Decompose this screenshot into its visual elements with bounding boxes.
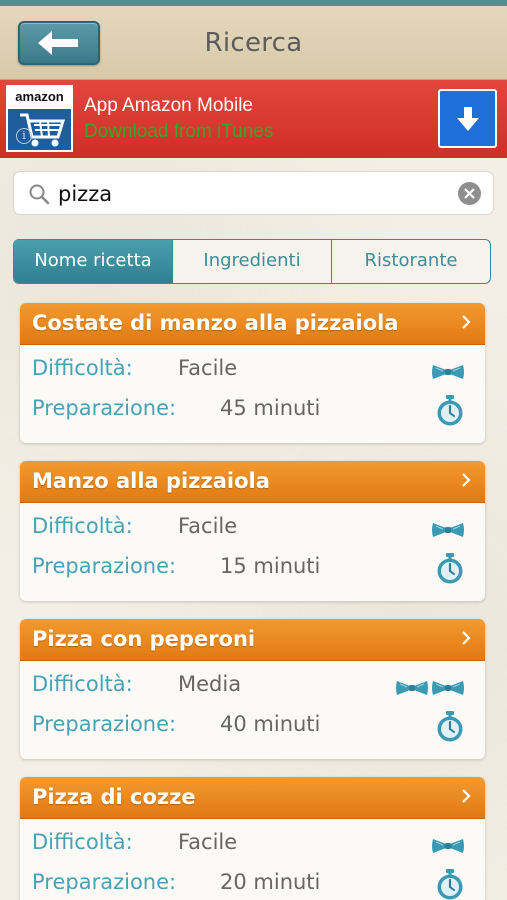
clear-icon[interactable]: [458, 182, 481, 205]
preparation-label: Preparazione:: [32, 712, 177, 736]
recipe-card[interactable]: Pizza con peperoni Difficoltà: Media Prepar…: [20, 619, 485, 759]
tab-ristorante[interactable]: Ristorante: [331, 240, 490, 283]
timer-indicator: [435, 395, 465, 431]
x-icon: [464, 188, 475, 199]
difficulty-indicator: [431, 521, 465, 539]
preparation-label: Preparazione:: [32, 396, 177, 420]
recipe-card-header[interactable]: Pizza di cozze: [20, 777, 485, 819]
bowtie-pasta-icon: [432, 681, 464, 695]
search-type-tabs: Nome ricetta Ingredienti Ristorante: [13, 239, 491, 284]
download-arrow-icon: [456, 106, 479, 131]
preparation-value: 15 minuti: [220, 554, 321, 578]
tab-nome-ricetta[interactable]: Nome ricetta: [14, 240, 172, 283]
difficulty-value: Facile: [178, 356, 238, 380]
recipe-card-header[interactable]: Manzo alla pizzaiola: [20, 461, 485, 503]
recipe-card-header[interactable]: Pizza con peperoni: [20, 619, 485, 661]
difficulty-indicator: [431, 363, 465, 381]
search-input[interactable]: pizza: [58, 182, 112, 206]
timer-indicator: [435, 869, 465, 900]
preparation-value: 20 minuti: [220, 870, 321, 894]
difficulty-label: Difficoltà:: [32, 830, 133, 854]
timer-icon: [437, 869, 463, 900]
timer-icon: [437, 711, 463, 742]
chevron-right-icon: [461, 785, 471, 809]
ad-subtitle: Download from iTunes: [84, 121, 274, 142]
difficulty-label: Difficoltà:: [32, 514, 133, 538]
bowtie-pasta-icon: [396, 681, 428, 695]
preparation-label: Preparazione:: [32, 870, 177, 894]
recipe-title: Pizza con peperoni: [32, 627, 256, 651]
timer-icon: [437, 395, 463, 426]
recipe-title: Costate di manzo alla pizzaiola: [32, 311, 399, 335]
ad-banner[interactable]: amazon i App Amazon Mobile Download from…: [0, 80, 507, 158]
bowtie-pasta-icon: [432, 365, 464, 379]
difficulty-indicator: [431, 837, 465, 855]
info-icon[interactable]: i: [16, 128, 32, 144]
ad-download-button[interactable]: [438, 89, 497, 148]
difficulty-value: Facile: [178, 830, 238, 854]
difficulty-label: Difficoltà:: [32, 356, 133, 380]
difficulty-value: Facile: [178, 514, 238, 538]
timer-indicator: [435, 711, 465, 747]
nav-bar: Ricerca: [0, 0, 507, 80]
amazon-logo-text: amazon: [8, 87, 71, 109]
tab-ingredienti[interactable]: Ingredienti: [172, 240, 331, 283]
timer-indicator: [435, 553, 465, 589]
recipe-title: Manzo alla pizzaiola: [32, 469, 270, 493]
chevron-right-icon: [461, 311, 471, 335]
chevron-right-icon: [461, 627, 471, 651]
amazon-app-logo[interactable]: amazon i: [6, 85, 73, 152]
recipe-card[interactable]: Pizza di cozze Difficoltà: Facile Preparazi…: [20, 777, 485, 900]
search-icon: [29, 184, 50, 205]
recipe-card-header[interactable]: Costate di manzo alla pizzaiola: [20, 303, 485, 345]
ad-title: App Amazon Mobile: [84, 95, 253, 116]
difficulty-indicator: [395, 679, 465, 697]
preparation-value: 40 minuti: [220, 712, 321, 736]
bowtie-pasta-icon: [432, 839, 464, 853]
bowtie-pasta-icon: [432, 523, 464, 537]
difficulty-label: Difficoltà:: [32, 672, 133, 696]
preparation-value: 45 minuti: [220, 396, 321, 420]
page-title: Ricerca: [204, 28, 303, 58]
preparation-label: Preparazione:: [32, 554, 177, 578]
search-field[interactable]: pizza: [13, 171, 494, 215]
recipe-card[interactable]: Costate di manzo alla pizzaiola Difficolt…: [20, 303, 485, 443]
recipe-card[interactable]: Manzo alla pizzaiola Difficoltà: Facile Pre…: [20, 461, 485, 601]
recipe-title: Pizza di cozze: [32, 785, 196, 809]
difficulty-value: Media: [178, 672, 242, 696]
chevron-right-icon: [461, 469, 471, 493]
timer-icon: [437, 553, 463, 584]
